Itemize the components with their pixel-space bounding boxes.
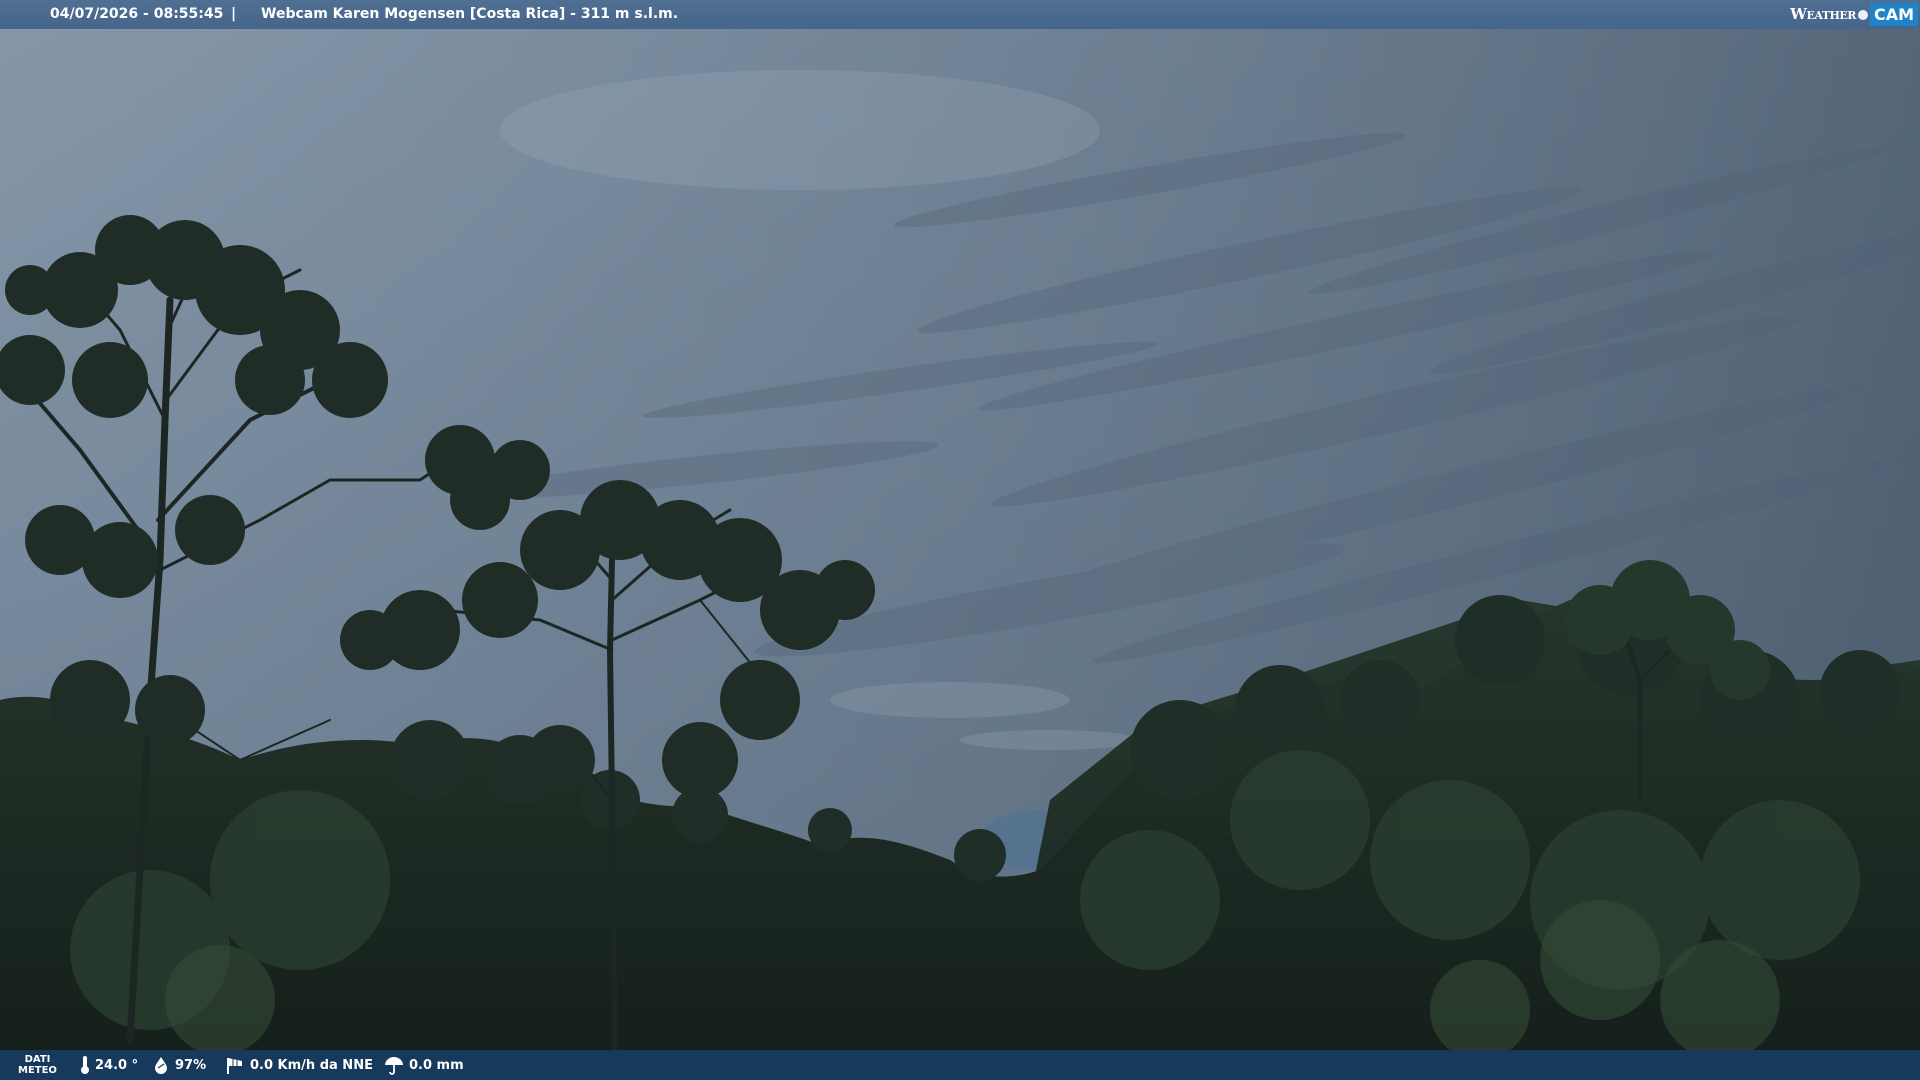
- webcam-title: Webcam Karen Mogensen [Costa Rica] - 311…: [261, 6, 679, 22]
- webcam-frame: 04/07/2026 - 08:55:45 | Webcam Karen Mog…: [0, 0, 1920, 1080]
- timestamp: 04/07/2026 - 08:55:45: [50, 6, 224, 22]
- meteo-label: METEO: [18, 1065, 57, 1076]
- umbrella-icon: [385, 1057, 403, 1075]
- rain-readout: 0.0 mm: [384, 1050, 464, 1080]
- separator: |: [231, 6, 237, 22]
- rain-value: 0.0 mm: [409, 1057, 464, 1073]
- logo-weather-text: Weather: [1790, 5, 1856, 23]
- humidity-readout: 97%: [152, 1050, 206, 1080]
- weathercam-logo[interactable]: Weather CAM: [1790, 3, 1918, 26]
- temperature-value: 24.0 °: [95, 1057, 139, 1073]
- temperature-readout: 24.0 °: [80, 1050, 138, 1080]
- windsock-icon: [227, 1058, 242, 1074]
- humidity-value: 97%: [175, 1057, 207, 1073]
- dati-label: DATI: [24, 1054, 51, 1065]
- webcam-image: [0, 0, 1920, 1080]
- logo-cam-text: CAM: [1869, 3, 1918, 26]
- wind-value: 0.0 Km/h da NNE: [250, 1057, 373, 1073]
- drop-icon: [155, 1057, 167, 1074]
- logo-dot-icon: [1857, 9, 1868, 20]
- top-info-bar: 04/07/2026 - 08:55:45 | Webcam Karen Mog…: [0, 0, 1920, 29]
- weather-data-bar: DATI METEO 24.0 ° 97% 0.0 Km/h da NNE 0.…: [0, 1050, 1920, 1080]
- dati-meteo-label: DATI METEO: [18, 1054, 57, 1076]
- thermometer-icon: [81, 1056, 89, 1074]
- wind-readout: 0.0 Km/h da NNE: [225, 1050, 373, 1080]
